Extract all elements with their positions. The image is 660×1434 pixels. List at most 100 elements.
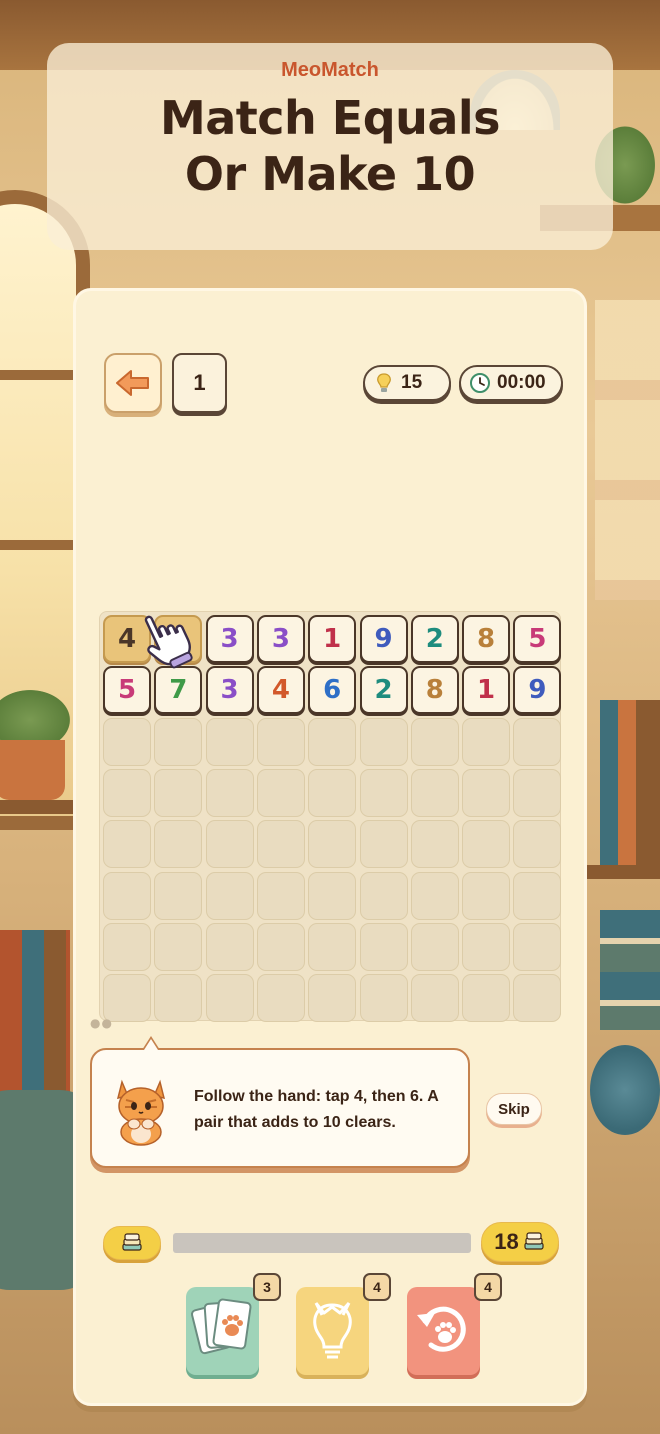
empty-cell: [513, 820, 562, 869]
headline-line: Or Make 10: [184, 147, 476, 201]
orange-cat-icon: [116, 1079, 166, 1146]
empty-cell: [205, 820, 254, 869]
number-tile[interactable]: 5: [513, 615, 562, 663]
empty-cell: [308, 820, 357, 869]
empty-cell: [359, 922, 408, 971]
empty-cell: [462, 717, 511, 766]
empty-cell: [513, 768, 562, 817]
window-bar: [0, 370, 80, 380]
stacked-books: [600, 910, 660, 1030]
empty-cell: [410, 717, 459, 766]
number-tile[interactable]: 1: [308, 615, 357, 663]
number-tile[interactable]: 5: [103, 666, 151, 715]
empty-cell: [205, 974, 254, 1023]
number-tile[interactable]: 7: [154, 666, 203, 715]
bookshelf-books: [600, 700, 660, 870]
empty-cell: [308, 922, 357, 971]
empty-cell: [256, 820, 305, 869]
level-indicator: 1: [172, 353, 227, 413]
window-sill: [0, 800, 75, 814]
powerup-undo-button[interactable]: 4: [407, 1273, 502, 1375]
empty-cell: [256, 768, 305, 817]
title-card: MeoMatch Match Equals Or Make 10: [47, 43, 613, 250]
empty-cell: [103, 871, 151, 920]
empty-cell: [308, 974, 357, 1023]
skip-button[interactable]: Skip: [486, 1093, 542, 1125]
tile-stack-icon: [122, 1233, 142, 1251]
number-tile[interactable]: 3: [256, 615, 305, 663]
powerup-hint-button[interactable]: 4: [296, 1273, 391, 1375]
clock-icon: [470, 373, 490, 393]
powerup-cards-button[interactable]: 3: [186, 1273, 281, 1375]
tile-stack-icon: [524, 1232, 544, 1250]
empty-cell: [410, 820, 459, 869]
empty-cell: [462, 768, 511, 817]
number-tile[interactable]: 6: [308, 666, 357, 715]
empty-cell: [256, 922, 305, 971]
back-arrow-icon: [116, 370, 149, 396]
number-tile[interactable]: 9: [359, 615, 408, 663]
back-button[interactable]: [104, 353, 162, 413]
hints-counter[interactable]: 15: [363, 365, 451, 401]
empty-cell: [513, 717, 562, 766]
empty-cell: [103, 974, 151, 1023]
bubble-pointer: [142, 1036, 160, 1050]
number-tile[interactable]: 3: [205, 666, 254, 715]
hints-count: 15: [401, 372, 423, 393]
number-tile[interactable]: 9: [513, 666, 562, 715]
empty-cell: [359, 871, 408, 920]
timer: 00:00: [459, 365, 563, 401]
empty-cell: [205, 922, 254, 971]
yarn-ball: [590, 1045, 660, 1135]
number-tile[interactable]: 8: [462, 615, 511, 663]
empty-cell: [205, 871, 254, 920]
empty-cell: [513, 871, 562, 920]
empty-cell: [410, 922, 459, 971]
empty-cell: [205, 768, 254, 817]
cat-bulb-icon: [313, 1301, 352, 1359]
empty-cell: [154, 768, 203, 817]
number-tile[interactable]: 8: [410, 666, 459, 715]
empty-cell: [513, 974, 562, 1023]
pinned-notes: [595, 300, 660, 600]
empty-cell: [359, 974, 408, 1023]
empty-cell: [462, 974, 511, 1023]
number-tile[interactable]: 1: [462, 666, 511, 715]
number-tile[interactable]: 2: [410, 615, 459, 663]
lightbulb-icon: [377, 373, 391, 392]
game-panel: 1 15 00:00 43319285573462819 ●● Follow t…: [73, 288, 587, 1406]
empty-cell: [410, 768, 459, 817]
empty-cell: [513, 922, 562, 971]
empty-cell: [359, 717, 408, 766]
powerup-count-badge: 3: [253, 1273, 281, 1301]
plant-pot: [0, 740, 65, 800]
headline: Match Equals Or Make 10: [47, 90, 613, 202]
progress-goal-badge: 18: [481, 1222, 559, 1262]
brand-name: MeoMatch: [281, 59, 379, 81]
empty-cell: [359, 768, 408, 817]
progress-start-badge: [103, 1226, 161, 1260]
empty-cell: [256, 717, 305, 766]
number-board: 43319285573462819: [99, 611, 562, 1023]
tutorial-text: Follow the hand: tap 4, then 6. A pair t…: [194, 1088, 439, 1131]
number-tile[interactable]: 4: [256, 666, 305, 715]
empty-cell: [154, 820, 203, 869]
empty-cell: [410, 871, 459, 920]
empty-cell: [154, 974, 203, 1023]
paw-cards-icon: [190, 1298, 252, 1355]
empty-cell: [103, 820, 151, 869]
progress-target: 18: [494, 1229, 519, 1254]
timer-value: 00:00: [497, 372, 546, 393]
headline-line: Match Equals: [159, 91, 501, 145]
number-tile[interactable]: 3: [205, 615, 254, 663]
empty-cell: [462, 871, 511, 920]
empty-cell: [256, 974, 305, 1023]
number-tile[interactable]: 2: [359, 666, 408, 715]
empty-cell: [154, 717, 203, 766]
tutorial-bubble: Follow the hand: tap 4, then 6. A pair t…: [90, 1036, 470, 1168]
pointing-hand-icon: [144, 615, 193, 669]
empty-cell: [359, 820, 408, 869]
empty-cell: [256, 871, 305, 920]
empty-cell: [103, 922, 151, 971]
empty-cell: [410, 974, 459, 1023]
